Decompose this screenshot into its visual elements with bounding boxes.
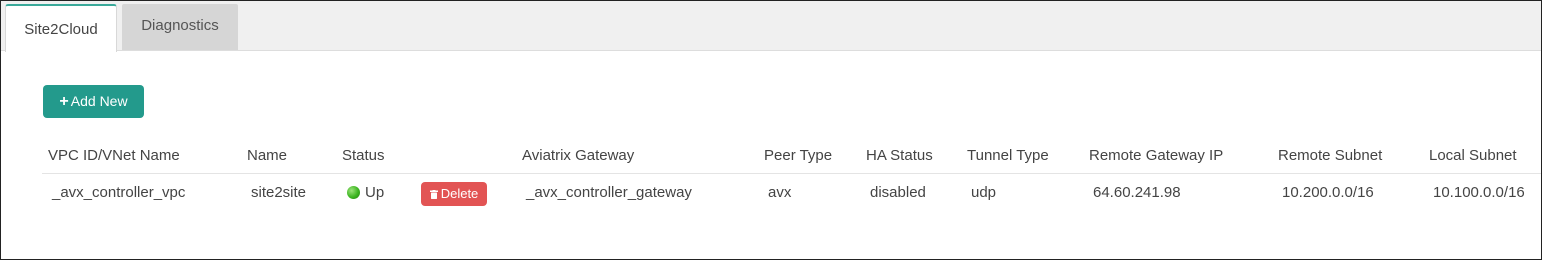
column-header-remote-gateway-ip[interactable]: Remote Gateway IP	[1089, 147, 1223, 164]
column-header-peer-type[interactable]: Peer Type	[764, 147, 832, 164]
column-header-status[interactable]: Status	[342, 147, 385, 164]
tab-diagnostics[interactable]: Diagnostics	[122, 4, 238, 50]
cell-name: site2site	[251, 184, 307, 201]
column-header-ha-status[interactable]: HA Status	[866, 147, 933, 164]
cell-remote-subnet: 10.200.0.0/16	[1282, 184, 1374, 201]
status-dot-icon	[347, 186, 360, 199]
cell-tunnel-type: udp	[971, 184, 997, 201]
cell-status: Up	[347, 184, 384, 201]
delete-label: Delete	[440, 186, 479, 201]
cell-remote-gateway-ip: 64.60.241.98	[1093, 184, 1181, 201]
header-divider	[42, 173, 1541, 174]
add-new-label: Add New	[70, 93, 128, 109]
site2cloud-panel: Site2Cloud Diagnostics + Add New VPC ID/V…	[0, 0, 1542, 260]
column-header-name[interactable]: Name	[247, 147, 287, 164]
column-header-vpc[interactable]: VPC ID/VNet Name	[48, 147, 180, 164]
status-label: Up	[365, 184, 385, 201]
tab-bar: Site2Cloud Diagnostics	[1, 1, 1541, 52]
cell-peer-type: avx	[768, 184, 792, 201]
column-header-gateway[interactable]: Aviatrix Gateway	[522, 147, 634, 164]
cell-ha-status: disabled	[870, 184, 926, 201]
cell-vpc: _avx_controller_vpc	[52, 184, 186, 201]
plus-icon: +	[59, 93, 69, 110]
delete-button[interactable]: Delete	[421, 182, 487, 206]
column-header-local-subnet[interactable]: Local Subnet	[1429, 147, 1517, 164]
trash-icon	[429, 190, 438, 199]
tab-site2cloud[interactable]: Site2Cloud	[5, 4, 117, 52]
cell-gateway: _avx_controller_gateway	[526, 184, 692, 201]
cell-local-subnet: 10.100.0.0/16	[1433, 184, 1525, 201]
column-header-remote-subnet[interactable]: Remote Subnet	[1278, 147, 1382, 164]
column-header-tunnel-type[interactable]: Tunnel Type	[967, 147, 1049, 164]
add-new-button[interactable]: + Add New	[43, 85, 144, 118]
